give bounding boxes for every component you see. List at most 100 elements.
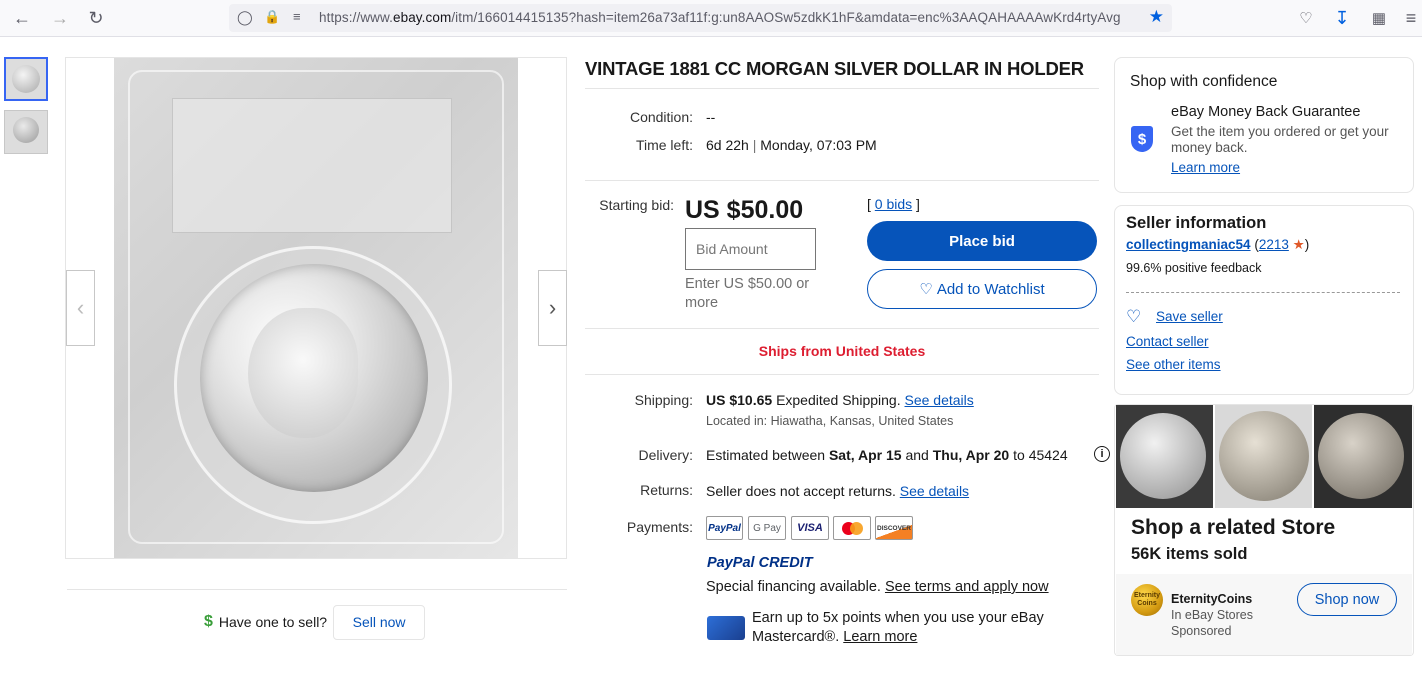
item-title: VINTAGE 1881 CC MORGAN SILVER DOLLAR IN … xyxy=(585,58,1084,79)
store-coin-image-2 xyxy=(1215,405,1312,508)
permissions-icon[interactable]: ≡ xyxy=(293,9,301,24)
coin-thumbnail-image xyxy=(12,65,40,93)
sell-prompt-row: $ Have one to sell? Sell now xyxy=(204,604,426,640)
related-store-title: Shop a related Store xyxy=(1131,516,1336,539)
shipping-label: Shipping: xyxy=(634,392,693,408)
shipping-details-link[interactable]: See details xyxy=(905,392,974,408)
store-coin-image-1 xyxy=(1116,405,1213,508)
lock-icon[interactable]: 🔒 xyxy=(264,9,280,25)
holder-label-area xyxy=(172,98,452,233)
divider xyxy=(585,180,1099,181)
mastercard-icon xyxy=(833,516,871,540)
coin-image xyxy=(1219,411,1309,501)
forward-icon[interactable]: → xyxy=(48,7,72,29)
divider xyxy=(585,374,1099,375)
heart-icon[interactable]: ♡ xyxy=(1126,307,1141,327)
discover-icon: DISCOVER xyxy=(875,516,913,540)
store-coin-image-3 xyxy=(1314,405,1412,508)
contact-seller-link[interactable]: Contact seller xyxy=(1126,334,1209,349)
money-back-shield-icon: $ xyxy=(1131,126,1153,152)
add-to-watchlist-button[interactable]: ♡ Add to Watchlist xyxy=(867,269,1097,309)
url-text[interactable]: https://www.ebay.com/itm/166014415135?ha… xyxy=(319,10,1141,25)
time-left-label: Time left: xyxy=(635,137,693,153)
sell-prompt-text: Have one to sell? xyxy=(218,614,328,630)
bids-count: [ 0 bids ] xyxy=(867,196,920,212)
seller-info-title: Seller information xyxy=(1126,214,1267,232)
prev-image-button[interactable]: ‹ xyxy=(66,270,95,346)
pocket-icon[interactable]: ♡ xyxy=(1294,7,1318,29)
info-icon[interactable]: i xyxy=(1094,446,1110,462)
feedback-star-icon: ★ xyxy=(1292,237,1305,252)
place-bid-button[interactable]: Place bid xyxy=(867,221,1097,261)
back-icon[interactable]: ← xyxy=(10,7,34,29)
returns-label: Returns: xyxy=(640,482,693,498)
confidence-title: Shop with confidence xyxy=(1130,73,1278,90)
coin-image xyxy=(1318,413,1404,499)
store-sub: In eBay Stores xyxy=(1171,608,1253,622)
bids-link[interactable]: 0 bids xyxy=(875,196,912,212)
feedback-count-link[interactable]: 2213 xyxy=(1259,237,1289,252)
guarantee-title: eBay Money Back Guarantee xyxy=(1171,104,1361,120)
paypal-credit-logo: PayPal CREDIT xyxy=(707,555,813,571)
seller-name-row: collectingmaniac54 (2213 ★) xyxy=(1126,237,1310,252)
reload-icon[interactable]: ↻ xyxy=(84,7,108,29)
main-image-viewer[interactable]: ‹ › xyxy=(65,57,567,559)
thumbnail-1[interactable] xyxy=(4,57,48,101)
extensions-icon[interactable]: ▦ xyxy=(1367,7,1391,29)
divider xyxy=(585,88,1099,89)
guarantee-text: Get the item you ordered or get your mon… xyxy=(1171,124,1389,155)
watchlist-label: Add to Watchlist xyxy=(936,280,1045,298)
returns-details-link[interactable]: See details xyxy=(900,483,969,499)
paypal-icon: PayPal xyxy=(706,516,743,540)
store-sponsored: Sponsored xyxy=(1171,624,1232,638)
delivery-label: Delivery: xyxy=(638,447,693,463)
time-left-value: 6d 22h | Monday, 07:03 PM xyxy=(706,137,877,153)
divider xyxy=(585,328,1099,329)
store-name: EternityCoins xyxy=(1171,592,1253,606)
financing-terms-link[interactable]: See terms and apply now xyxy=(885,579,1049,595)
guarantee-learn-more-link[interactable]: Learn more xyxy=(1171,160,1240,175)
google-pay-icon: G Pay xyxy=(748,516,786,540)
menu-icon[interactable]: ≡ xyxy=(1399,7,1422,29)
address-bar[interactable]: ◯ 🔒 ≡ https://www.ebay.com/itm/166014415… xyxy=(229,4,1172,32)
store-items-sold: 56K items sold xyxy=(1131,545,1248,563)
card-offer-learn-more-link[interactable]: Learn more xyxy=(843,629,917,645)
save-seller-link[interactable]: Save seller xyxy=(1156,309,1223,324)
ships-from-notice: Ships from United States xyxy=(758,343,926,359)
delivery-value: Estimated between Sat, Apr 15 and Thu, A… xyxy=(706,447,1068,463)
divider xyxy=(67,589,567,590)
sell-now-button[interactable]: Sell now xyxy=(333,604,426,640)
starting-bid-price: US $50.00 xyxy=(685,196,804,224)
download-icon[interactable]: ↧ xyxy=(1330,7,1354,29)
coin-thumbnail-image xyxy=(13,117,39,143)
positive-feedback: 99.6% positive feedback xyxy=(1126,261,1262,275)
ebay-mastercard-icon xyxy=(707,616,745,640)
visa-icon: VISA xyxy=(791,516,829,540)
condition-value: -- xyxy=(706,109,716,125)
financing-text: Special financing available. See terms a… xyxy=(706,579,1049,595)
payments-label: Payments: xyxy=(626,519,693,535)
condition-label: Condition: xyxy=(629,109,693,125)
liberty-head xyxy=(248,308,358,438)
card-offer-text: Earn up to 5x points when you use your e… xyxy=(752,610,1044,645)
coin-image xyxy=(1120,413,1206,499)
divider xyxy=(1126,292,1400,293)
returns-value: Seller does not accept returns. See deta… xyxy=(706,483,970,499)
thumbnail-2[interactable] xyxy=(4,110,48,154)
bid-amount-input[interactable]: Bid Amount xyxy=(685,228,816,270)
next-image-button[interactable]: › xyxy=(538,270,567,346)
seller-name-link[interactable]: collectingmaniac54 xyxy=(1126,237,1251,252)
item-location: Located in: Hiawatha, Kansas, United Sta… xyxy=(706,414,954,428)
shop-now-button[interactable]: Shop now xyxy=(1297,583,1397,616)
browser-toolbar: ← → ↻ ◯ 🔒 ≡ https://www.ebay.com/itm/166… xyxy=(0,0,1422,37)
shipping-value: US $10.65 Expedited Shipping. See detail… xyxy=(706,392,974,408)
bookmark-star-icon[interactable]: ★ xyxy=(1149,7,1164,27)
heart-icon: ♡ xyxy=(919,281,933,298)
starting-bid-label: Starting bid: xyxy=(599,197,674,213)
eternitycoins-logo: Eternity Coins xyxy=(1131,584,1163,616)
coin-photo xyxy=(114,58,518,558)
dollar-icon: $ xyxy=(204,613,213,630)
bid-hint: Enter US $50.00 or more xyxy=(685,276,810,311)
shield-icon[interactable]: ◯ xyxy=(237,9,253,26)
see-other-items-link[interactable]: See other items xyxy=(1126,357,1221,372)
